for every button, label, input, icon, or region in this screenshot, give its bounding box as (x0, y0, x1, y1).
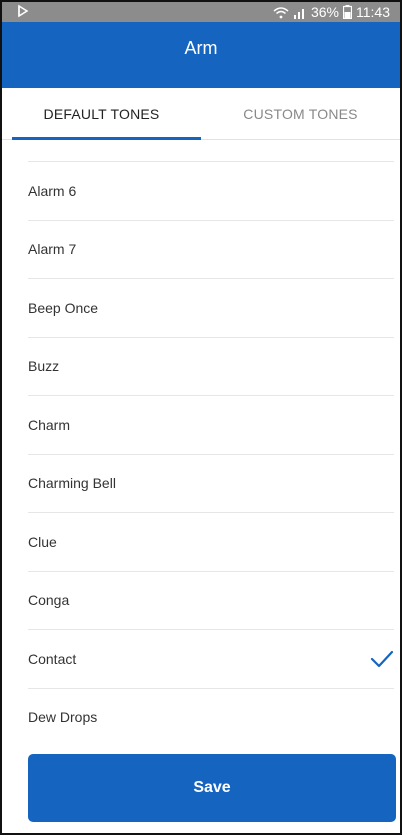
tone-item-alarm-7[interactable]: Alarm 7 (28, 219, 394, 279)
tab-custom-tones[interactable]: CUSTOM TONES (201, 88, 400, 139)
tone-item-charm[interactable]: Charm (28, 395, 394, 454)
tab-label: CUSTOM TONES (243, 105, 358, 122)
tone-label: Charm (28, 416, 71, 433)
tone-item-beep-once[interactable]: Beep Once (28, 278, 394, 337)
tone-label: Conga (28, 592, 70, 609)
tone-item-buzz[interactable]: Buzz (28, 336, 394, 396)
status-bar: 36% 11:43 (2, 2, 400, 22)
tab-indicator (12, 137, 201, 140)
app-bar: Arm (2, 22, 400, 88)
tone-label: Buzz (28, 358, 60, 375)
battery-icon (343, 5, 352, 19)
phone-screen: 36% 11:43 Arm DEFAULT TONES CUSTOM TONES… (0, 0, 402, 835)
tone-label: Clue (28, 533, 57, 550)
battery-percent: 36% (310, 4, 339, 20)
media-icon (16, 4, 30, 21)
tone-item-dew-drops[interactable]: Dew Drops (28, 687, 394, 747)
tone-label: Alarm 6 (28, 182, 77, 199)
tone-item-clue[interactable]: Clue (28, 512, 394, 571)
tone-label: Dew Drops (28, 709, 98, 726)
tone-item-contact[interactable]: Contact (28, 629, 394, 688)
tone-label: Charming Bell (28, 475, 116, 492)
tone-item-conga[interactable]: Conga (28, 570, 394, 630)
tone-list: Alarm 6 Alarm 7 Beep Once Buzz Charm Cha… (2, 161, 400, 746)
save-button[interactable]: Save (28, 754, 396, 822)
tone-label: Alarm 7 (28, 241, 77, 258)
page-title: Arm (184, 37, 218, 58)
tone-label: Beep Once (28, 299, 99, 316)
tab-label: DEFAULT TONES (43, 105, 160, 122)
tone-label: Contact (28, 650, 77, 667)
tone-item-alarm-6[interactable]: Alarm 6 (28, 161, 394, 220)
tone-item-charming-bell[interactable]: Charming Bell (28, 453, 394, 513)
tab-bar: DEFAULT TONES CUSTOM TONES (2, 88, 400, 140)
clock: 11:43 (356, 4, 390, 20)
tab-default-tones[interactable]: DEFAULT TONES (2, 88, 201, 140)
check-icon (370, 650, 394, 668)
wifi-icon (273, 6, 289, 19)
signal-icon (293, 6, 307, 19)
